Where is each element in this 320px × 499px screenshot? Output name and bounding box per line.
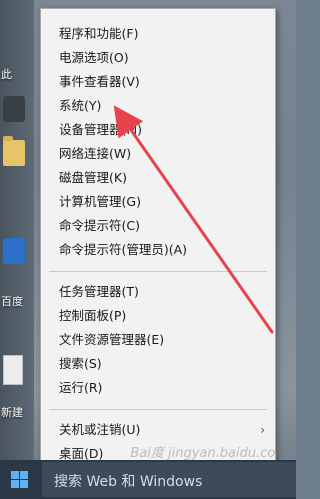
chevron-right-icon: › (260, 423, 265, 437)
menu-item-system[interactable]: 系统(Y) (41, 95, 275, 117)
folder-icon[interactable] (3, 136, 25, 166)
baidu-app-icon[interactable] (3, 238, 25, 264)
menu-item-file-explorer[interactable]: 文件资源管理器(E) (41, 329, 275, 351)
document-icon[interactable] (3, 355, 23, 385)
menu-item-device-manager[interactable]: 设备管理器(M) (41, 119, 275, 141)
menu-item-computer-management[interactable]: 计算机管理(G) (41, 191, 275, 213)
search-placeholder: 搜索 Web 和 Windows (54, 474, 203, 490)
winx-context-menu: 程序和功能(F) 电源选项(O) 事件查看器(V) 系统(Y) 设备管理器(M)… (40, 8, 276, 472)
menu-item-control-panel[interactable]: 控制面板(P) (41, 305, 275, 327)
windows-logo-icon (11, 471, 28, 488)
menu-item-programs-features[interactable]: 程序和功能(F) (41, 23, 275, 45)
menu-item-command-prompt[interactable]: 命令提示符(C) (41, 215, 275, 237)
desktop-app-icon[interactable] (3, 96, 25, 122)
menu-item-shutdown-signout[interactable]: 关机或注销(U) › (41, 419, 275, 441)
menu-item-command-prompt-admin[interactable]: 命令提示符(管理员)(A) (41, 239, 275, 261)
menu-item-power-options[interactable]: 电源选项(O) (41, 47, 275, 69)
menu-separator (49, 409, 267, 410)
taskbar: 搜索 Web 和 Windows (0, 460, 296, 499)
menu-item-run[interactable]: 运行(R) (41, 377, 275, 399)
desktop-icon-label: 百度 (1, 295, 23, 308)
menu-item-search[interactable]: 搜索(S) (41, 353, 275, 375)
start-button[interactable] (0, 460, 40, 499)
menu-item-event-viewer[interactable]: 事件查看器(V) (41, 71, 275, 93)
menu-item-label: 关机或注销(U) (59, 422, 141, 437)
taskbar-search-box[interactable]: 搜索 Web 和 Windows (42, 462, 296, 497)
watermark: Bai度 jingyan.baidu.com (130, 446, 288, 461)
desktop-icon-label: 此 (1, 68, 12, 81)
menu-separator (49, 271, 267, 272)
menu-item-task-manager[interactable]: 任务管理器(T) (41, 281, 275, 303)
menu-item-network-connections[interactable]: 网络连接(W) (41, 143, 275, 165)
desktop-icon-label: 新建 (1, 406, 23, 419)
menu-item-disk-management[interactable]: 磁盘管理(K) (41, 167, 275, 189)
